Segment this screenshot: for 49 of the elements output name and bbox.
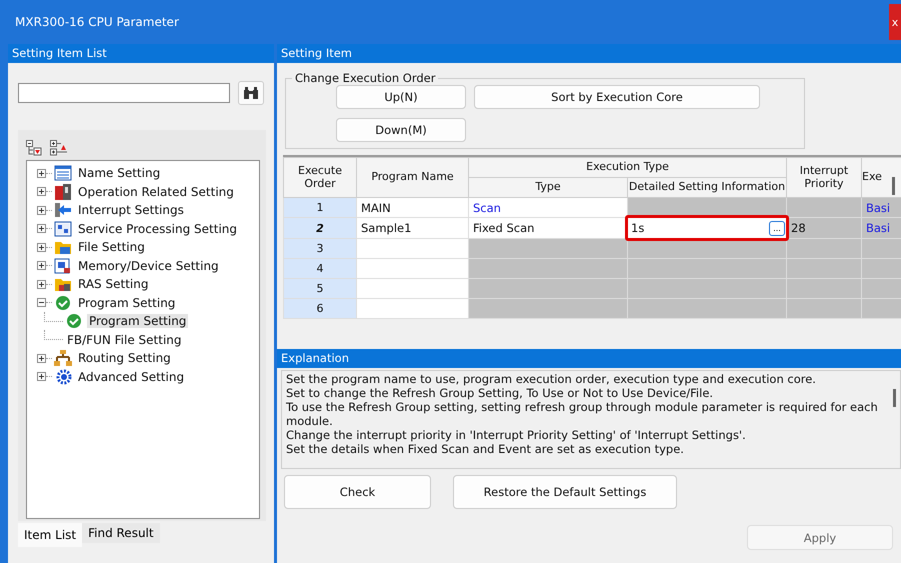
explanation-text: Change the interrupt priority in 'Interrupt Priority Setting' of 'Interrupt Settings'. — [286, 428, 747, 442]
restore-defaults-button[interactable]: Restore the Default Settings — [453, 475, 677, 509]
tree-item[interactable]: Advanced Setting — [76, 370, 186, 384]
tab[interactable]: Find Result — [82, 523, 160, 543]
column-header: Execute Order — [284, 158, 356, 198]
row-header[interactable]: 2 — [284, 218, 356, 238]
tab[interactable]: Item List — [18, 523, 82, 547]
row-header[interactable]: 1 — [284, 198, 356, 218]
table-cell[interactable]: Fixed Scan — [468, 218, 628, 238]
tree-item[interactable]: Routing Setting — [76, 351, 173, 366]
table-cell[interactable]: MAIN — [356, 198, 468, 218]
group-title: Change Execution Order — [294, 71, 436, 85]
tree-item[interactable]: Memory/Device Setting — [76, 258, 221, 273]
column-header: Exe — [862, 158, 901, 198]
check-button[interactable]: Check — [284, 475, 431, 509]
panel-header: Setting Item — [277, 44, 901, 63]
row-header[interactable]: 6 — [284, 298, 356, 318]
column-header: Execution Type — [468, 158, 786, 178]
tree-item[interactable]: File Setting — [76, 240, 147, 254]
column-header: Program Name — [356, 158, 468, 198]
panel-header: Setting Item List — [8, 44, 274, 63]
table-cell[interactable]: Sample1 — [356, 218, 468, 238]
column-header: Interrupt Priority — [786, 158, 862, 198]
browse-button[interactable]: ... — [769, 220, 785, 236]
panel-header: Explanation — [277, 349, 901, 368]
tree-item[interactable]: Program Setting — [87, 314, 188, 328]
column-header: Type — [468, 178, 628, 198]
sort-button[interactable]: Sort by Execution Core — [474, 85, 760, 109]
tree-item[interactable]: Name Setting — [76, 166, 162, 180]
tree-item[interactable]: FB/FUN File Setting — [65, 332, 184, 347]
tree-item[interactable]: Operation Related Setting — [76, 184, 236, 199]
close-button[interactable]: x — [889, 4, 901, 40]
explanation-text: To use the Refresh Group setting, setting refresh group through module parameter is required for each module. — [286, 400, 879, 428]
tree-item[interactable]: RAS Setting — [76, 277, 150, 292]
column-header: Detailed Setting Information — [628, 178, 786, 198]
table-cell[interactable]: Scan — [468, 198, 628, 218]
explanation-text: Set the details when Fixed Scan and Event are set as execution type. — [286, 442, 685, 456]
explanation-text: Set to change the Refresh Group Setting, To Use or Not to Use Device/File. — [286, 386, 714, 400]
explanation-text: Set the program name to use, program execution order, execution type and execution core. — [286, 372, 817, 386]
row-header[interactable]: 5 — [284, 278, 356, 298]
tree-item[interactable]: Service Processing Setting — [76, 222, 240, 236]
tree-item[interactable]: Program Setting — [76, 296, 178, 310]
row-header[interactable]: 4 — [284, 258, 356, 278]
tree-item[interactable]: Interrupt Settings — [76, 203, 186, 218]
row-header[interactable]: 3 — [284, 238, 356, 258]
down-button[interactable]: Down(M) — [336, 118, 466, 142]
window-title: MXR300-16 CPU Parameter — [15, 15, 179, 29]
detail-input-field[interactable]: 1s ... — [625, 215, 789, 241]
up-button[interactable]: Up(N) — [336, 85, 466, 109]
